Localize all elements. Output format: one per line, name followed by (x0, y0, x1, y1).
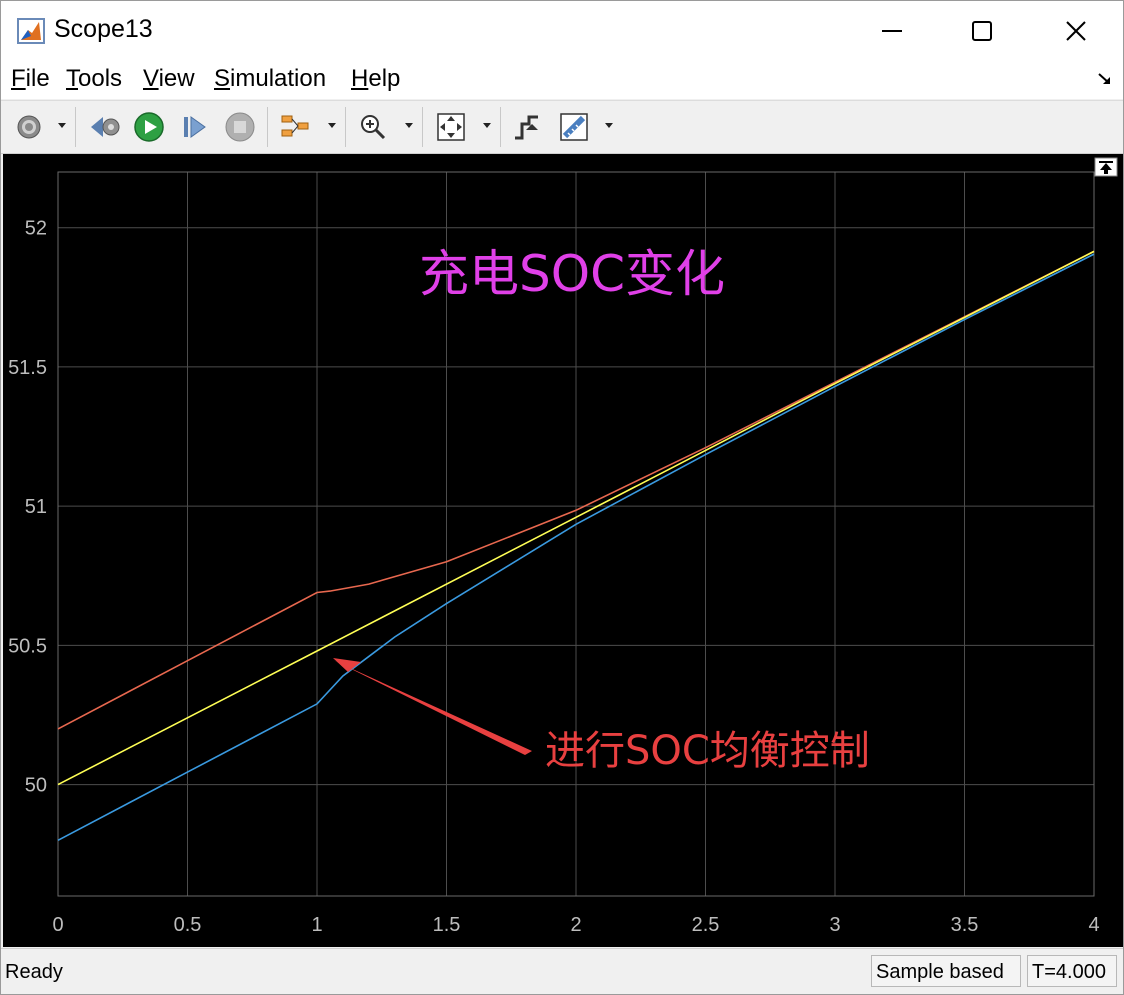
chevron-down-icon[interactable] (482, 120, 492, 130)
y-tick-label: 52 (25, 218, 47, 240)
minimize-button[interactable] (857, 9, 927, 53)
toolbar-separator (345, 107, 346, 147)
menu-file[interactable]: File (11, 65, 50, 93)
sim-time-indicator: T=4.000 (1027, 955, 1117, 987)
matlab-icon (17, 18, 45, 44)
run-icon (134, 112, 164, 142)
run-button[interactable] (131, 110, 167, 144)
step-back-button[interactable] (87, 110, 123, 144)
measurements-button[interactable] (556, 110, 592, 144)
annotation-charge-soc: 充电SOC变化 (419, 245, 725, 303)
menu-simulation[interactable]: Simulation (214, 65, 326, 93)
zoom-icon (361, 115, 386, 140)
x-tick-label: 3 (829, 914, 840, 936)
undock-arrow-icon[interactable] (1097, 71, 1113, 87)
scope-plot[interactable]: 50 50.5 51 51.5 52 0 0.5 1 1.5 2 2.5 3 3.5 4 充电SOC变化… (3, 154, 1123, 947)
measurements-icon (560, 113, 588, 141)
x-tick-label: 3.5 (951, 914, 979, 936)
minimize-icon (882, 30, 902, 32)
y-tick-label: 50.5 (8, 635, 47, 657)
triggers-button[interactable] (509, 110, 545, 144)
status-bar: Ready Sample based T=4.000 (1, 948, 1123, 994)
y-axis-ticks: 50 50.5 51 51.5 52 (8, 218, 47, 797)
gear-icon (17, 115, 41, 139)
x-tick-label: 1 (311, 914, 322, 936)
chevron-down-icon[interactable] (604, 120, 614, 130)
y-tick-label: 51 (25, 496, 47, 518)
annotation-arrow (333, 658, 532, 755)
sample-mode-indicator: Sample based (871, 955, 1021, 987)
toolbar-separator (422, 107, 423, 147)
settings-button[interactable] (11, 110, 47, 144)
menu-view[interactable]: View (143, 65, 195, 93)
menu-help[interactable]: Help (351, 65, 400, 93)
status-text: Ready (5, 961, 63, 983)
title-bar: Scope13 (1, 1, 1123, 61)
maximize-button[interactable] (947, 9, 1017, 53)
step-forward-icon (184, 116, 206, 138)
x-tick-label: 1.5 (433, 914, 461, 936)
menu-bar: File Tools View Simulation Help (1, 61, 1123, 99)
toolbar-separator (500, 107, 501, 147)
y-tick-label: 51.5 (8, 357, 47, 379)
annotation-balance-control: 进行SOC均衡控制 (545, 728, 870, 774)
x-tick-label: 0 (52, 914, 63, 936)
zoom-button[interactable] (355, 110, 391, 144)
toolbar (1, 100, 1123, 154)
chevron-down-icon[interactable] (57, 120, 67, 130)
step-back-icon (91, 117, 120, 137)
close-icon (1066, 21, 1086, 41)
scope-window: Scope13 File Tools View Simulation Help (0, 0, 1124, 995)
y-tick-label: 50 (25, 775, 47, 797)
menu-tools[interactable]: Tools (66, 65, 122, 93)
maximize-icon (972, 21, 992, 41)
x-tick-label: 0.5 (174, 914, 202, 936)
window-title: Scope13 (54, 15, 153, 43)
toolbar-separator (267, 107, 268, 147)
toolbar-separator (75, 107, 76, 147)
x-tick-label: 2 (570, 914, 581, 936)
step-forward-button[interactable] (177, 110, 213, 144)
chevron-down-icon[interactable] (327, 120, 337, 130)
stop-icon (225, 112, 255, 142)
signal-selector-button[interactable] (277, 110, 313, 144)
fit-axes-icon (437, 113, 465, 141)
close-button[interactable] (1041, 9, 1111, 53)
chevron-down-icon[interactable] (404, 120, 414, 130)
x-axis-ticks: 0 0.5 1 1.5 2 2.5 3 3.5 4 (52, 914, 1099, 936)
stop-button[interactable] (222, 110, 258, 144)
x-tick-label: 2.5 (692, 914, 720, 936)
x-tick-label: 4 (1088, 914, 1099, 936)
fit-axes-button[interactable] (433, 110, 469, 144)
triggers-icon (515, 115, 538, 140)
restore-plot-icon[interactable] (1094, 157, 1118, 177)
signal-selector-icon (281, 115, 309, 137)
